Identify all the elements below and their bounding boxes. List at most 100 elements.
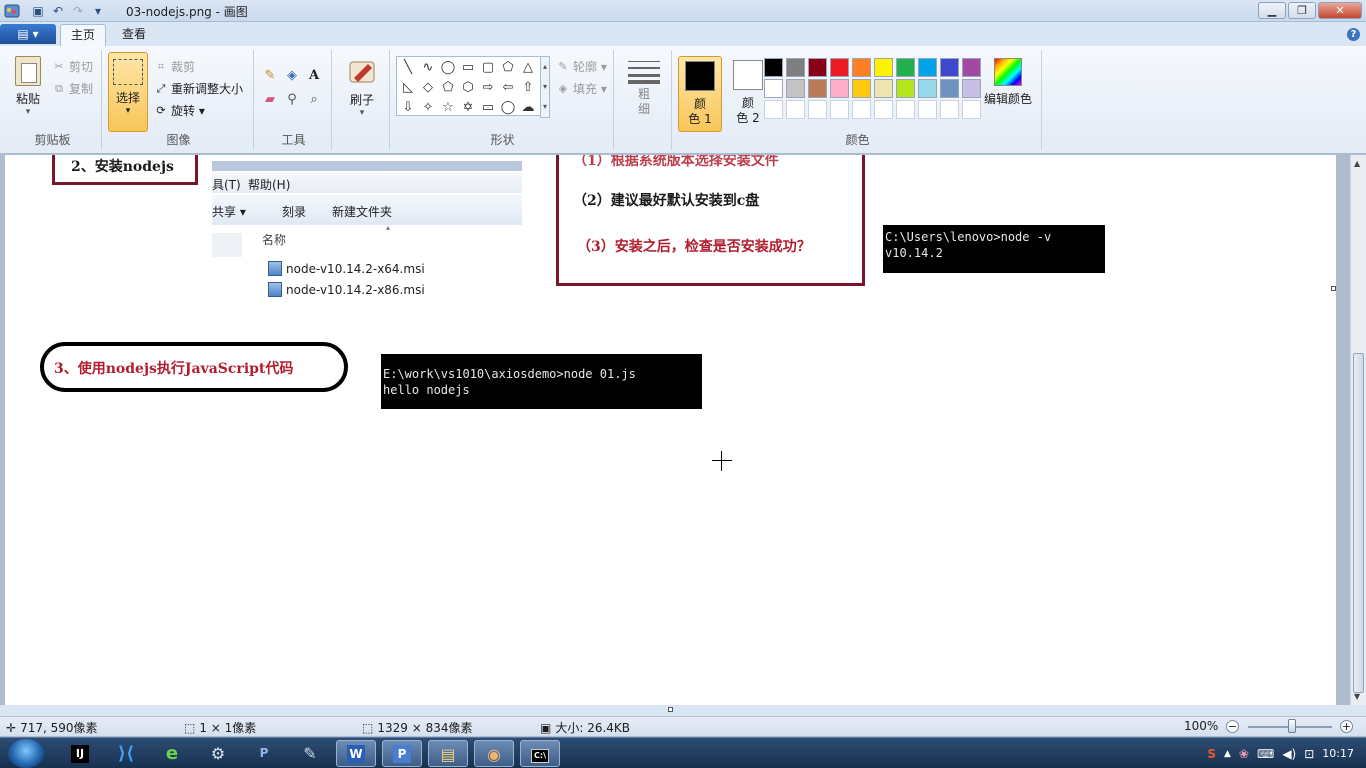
- browser-icon[interactable]: e: [152, 740, 192, 767]
- palette-swatch[interactable]: [962, 58, 981, 77]
- word-icon[interactable]: W: [336, 740, 376, 767]
- palette-swatch[interactable]: [830, 100, 849, 119]
- palette-swatch[interactable]: [940, 79, 959, 98]
- resize-handle-right[interactable]: [1331, 286, 1336, 291]
- palette-swatch[interactable]: [896, 79, 915, 98]
- scroll-up-icon[interactable]: ▲: [1354, 159, 1360, 168]
- size-button[interactable]: 粗 细: [626, 58, 662, 117]
- palette-swatch[interactable]: [896, 100, 915, 119]
- pencil-icon[interactable]: ✎: [260, 66, 280, 86]
- crop-button[interactable]: ⌗ 裁剪: [154, 58, 195, 75]
- settings-icon[interactable]: ⚙: [198, 740, 238, 767]
- pentagon-shape-icon[interactable]: ⬠: [438, 78, 458, 98]
- start-button[interactable]: [8, 739, 44, 768]
- text-tool-icon[interactable]: A: [304, 66, 324, 86]
- palette-swatch[interactable]: [918, 79, 937, 98]
- taskbar-intellij[interactable]: IJ: [60, 740, 100, 767]
- polygon-shape-icon[interactable]: ⬠: [498, 58, 518, 78]
- redo-icon[interactable]: ↷: [70, 3, 86, 19]
- hexagon-shape-icon[interactable]: ⬡: [458, 78, 478, 98]
- palette-swatch[interactable]: [852, 100, 871, 119]
- right-triangle-shape-icon[interactable]: ◺: [398, 78, 418, 98]
- palette-swatch[interactable]: [918, 100, 937, 119]
- zoom-slider-thumb[interactable]: [1288, 719, 1296, 733]
- palette-swatch[interactable]: [940, 58, 959, 77]
- palette-swatch[interactable]: [808, 100, 827, 119]
- palette-swatch[interactable]: [764, 100, 783, 119]
- color1-button[interactable]: 颜 色 1: [678, 56, 722, 132]
- palette-swatch[interactable]: [940, 100, 959, 119]
- fill-button[interactable]: ◈ 填充 ▾: [556, 80, 607, 97]
- tab-home[interactable]: 主页: [60, 24, 107, 46]
- scroll-thumb[interactable]: [1353, 353, 1364, 693]
- palette-swatch[interactable]: [764, 79, 783, 98]
- palette-swatch[interactable]: [962, 100, 981, 119]
- select-button[interactable]: 选择 ▾: [108, 52, 148, 132]
- edit-colors-button[interactable]: 编辑颜色: [982, 56, 1034, 107]
- volume-icon[interactable]: ◀): [1282, 747, 1296, 761]
- brushes-button[interactable]: 刷子 ▾: [342, 56, 382, 118]
- tray-expand-icon[interactable]: ▲: [1224, 749, 1231, 759]
- command-prompt-icon[interactable]: C:\: [520, 740, 560, 767]
- notes-icon[interactable]: ✎: [290, 740, 330, 767]
- explorer-icon[interactable]: ▤: [428, 740, 468, 767]
- help-icon[interactable]: ?: [1347, 28, 1360, 41]
- copy-button[interactable]: ⧉ 复制: [52, 80, 93, 97]
- picture-app-icon[interactable]: P: [244, 740, 284, 767]
- eraser-icon[interactable]: ▰: [260, 90, 280, 110]
- ime-icon[interactable]: S: [1207, 747, 1216, 761]
- five-point-star-shape-icon[interactable]: ☆: [438, 98, 458, 118]
- paint-app-icon[interactable]: [4, 3, 20, 19]
- tab-view[interactable]: 查看: [112, 24, 156, 46]
- paste-button[interactable]: 粘贴 ▾: [8, 56, 48, 117]
- up-arrow-shape-icon[interactable]: ⇧: [518, 78, 538, 98]
- paint-taskbar-icon[interactable]: ◉: [474, 740, 514, 767]
- palette-swatch[interactable]: [786, 100, 805, 119]
- zoom-in-button[interactable]: +: [1340, 720, 1353, 733]
- vscode-icon[interactable]: ⟩⟨: [106, 740, 146, 767]
- palette-swatch[interactable]: [808, 79, 827, 98]
- palette-swatch[interactable]: [962, 79, 981, 98]
- file-menu-button[interactable]: ▤ ▾: [0, 24, 56, 44]
- maximize-button[interactable]: ❐: [1288, 2, 1316, 19]
- magnifier-icon[interactable]: ⌕: [304, 90, 324, 110]
- canvas[interactable]: 2、安装nodejs 具(T) 帮助(H) 共享 ▾ 刻录 新建文件夹 名称 ▴…: [5, 155, 1336, 705]
- palette-swatch[interactable]: [852, 79, 871, 98]
- clock[interactable]: 10:17: [1322, 747, 1354, 760]
- fill-bucket-icon[interactable]: ◈: [282, 66, 302, 86]
- triangle-shape-icon[interactable]: △: [518, 58, 538, 78]
- close-button[interactable]: ✕: [1318, 2, 1362, 19]
- keyboard-icon[interactable]: ⌨: [1257, 747, 1274, 761]
- canvas-area[interactable]: 2、安装nodejs 具(T) 帮助(H) 共享 ▾ 刻录 新建文件夹 名称 ▴…: [0, 155, 1350, 705]
- network-icon[interactable]: ⊡: [1304, 747, 1314, 761]
- rounded-rect-shape-icon[interactable]: ▢: [478, 58, 498, 78]
- rotate-button[interactable]: ⟳ 旋转 ▾: [154, 102, 204, 119]
- minimize-button[interactable]: ▁: [1258, 2, 1286, 19]
- color-picker-icon[interactable]: ⚲: [282, 90, 302, 110]
- palette-swatch[interactable]: [896, 58, 915, 77]
- undo-icon[interactable]: ↶: [50, 3, 66, 19]
- left-arrow-shape-icon[interactable]: ⇦: [498, 78, 518, 98]
- palette-swatch[interactable]: [918, 58, 937, 77]
- resize-button[interactable]: ⤢ 重新调整大小: [154, 80, 243, 97]
- palette-swatch[interactable]: [874, 100, 893, 119]
- palette-swatch[interactable]: [874, 79, 893, 98]
- curve-shape-icon[interactable]: ∿: [418, 58, 438, 78]
- cut-button[interactable]: ✂ 剪切: [52, 58, 93, 75]
- save-icon[interactable]: ▣: [30, 3, 46, 19]
- right-arrow-shape-icon[interactable]: ⇨: [478, 78, 498, 98]
- palette-swatch[interactable]: [786, 58, 805, 77]
- down-arrow-shape-icon[interactable]: ⇩: [398, 98, 418, 118]
- diamond-shape-icon[interactable]: ◇: [418, 78, 438, 98]
- six-point-star-shape-icon[interactable]: ✡: [458, 98, 478, 118]
- line-shape-icon[interactable]: ╲: [398, 58, 418, 78]
- palette-swatch[interactable]: [786, 79, 805, 98]
- palette-swatch[interactable]: [808, 58, 827, 77]
- cloud-callout-shape-icon[interactable]: ☁: [518, 98, 538, 118]
- powerpoint-icon[interactable]: P: [382, 740, 422, 767]
- palette-swatch[interactable]: [852, 58, 871, 77]
- oval-callout-shape-icon[interactable]: ◯: [498, 98, 518, 118]
- customize-qat-icon[interactable]: ▾: [90, 3, 106, 19]
- palette-swatch[interactable]: [830, 79, 849, 98]
- zoom-out-button[interactable]: −: [1226, 720, 1239, 733]
